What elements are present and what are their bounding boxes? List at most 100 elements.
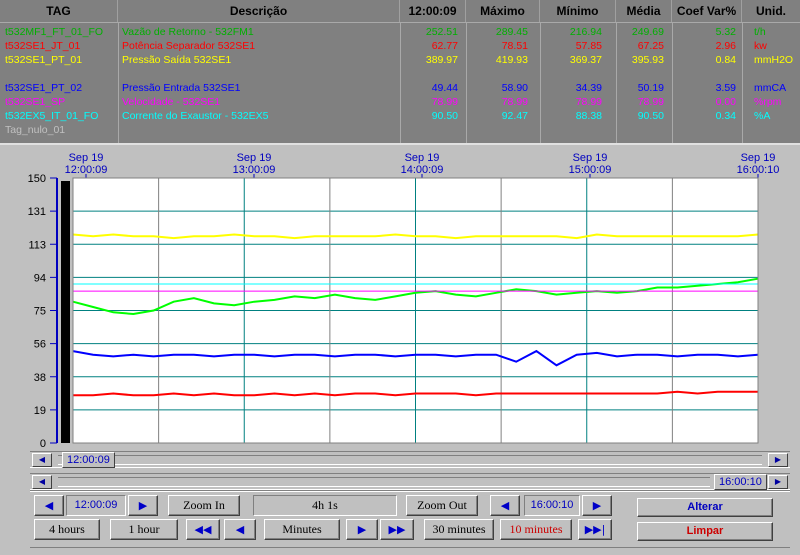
alterar-button[interactable]: Alterar [637,498,773,517]
cell-min: 78.99 [575,96,602,108]
cell-avg: 90.50 [637,110,664,122]
cell-value: 90.50 [431,110,458,122]
start-forward-button[interactable]: ▶ [128,495,158,516]
limpar-button[interactable]: Limpar [637,522,773,541]
start-scroll-track[interactable] [58,455,762,465]
10-minutes-button[interactable]: 10 minutes [500,519,572,540]
end-time-thumb[interactable]: 16:00:10 [714,474,767,490]
step-forward-button[interactable]: ▶ [346,519,378,540]
header-descricao: Descrição [118,0,400,22]
cell-max: 289.45 [495,26,528,38]
start-time-thumb[interactable]: 12:00:09 [62,452,115,468]
4-hours-button[interactable]: 4 hours [34,519,100,540]
cell-avg: 67.25 [637,40,664,52]
cell-desc: Pressão Entrada 532SE1 [122,82,241,94]
header-coef: Coef Var% [672,0,742,22]
cell-unit: mmCA [754,82,787,94]
cell-max: 58.90 [501,82,528,94]
cell-coef: 0.84 [715,54,736,66]
cell-max: 78.51 [501,40,528,52]
cell-desc: Potência Separador 532SE1 [122,40,256,52]
y-tick-label: 0 [40,438,46,450]
y-tick-label: 38 [34,372,46,384]
minutes-button[interactable]: Minutes [264,519,340,540]
cell-avg: 78.99 [637,96,664,108]
end-scroll-track[interactable] [58,477,710,487]
step-back-button[interactable]: ◀ [224,519,256,540]
cell-tag: t532SE1_PT_01 [5,54,83,66]
30-minutes-button[interactable]: 30 minutes [424,519,494,540]
y-tick-label: 19 [34,405,46,417]
table-row[interactable]: t532SE1_JT_01 Potência Separador 532SE1 62… [0,39,800,53]
scroll-left-icon[interactable]: ◀ [32,475,52,489]
triangle-left-icon: ◀ [235,523,245,536]
table-row[interactable] [0,67,800,81]
cell-value: 78.99 [431,96,458,108]
cell-unit: %A [754,110,771,122]
fast-back-button[interactable]: ◀◀ [186,519,220,540]
triangle-left-icon: ◀ [44,499,54,512]
cell-avg: 249.69 [631,26,664,38]
cell-desc: Velocidade - 532SE1 [122,96,221,108]
time-span-display: 4h 1s [253,495,397,516]
cell-tag: t532EX5_IT_01_FO [5,110,99,122]
scroll-right-icon[interactable]: ▶ [768,475,788,489]
control-panel: ◀ 12:00:09 ▶ Zoom In 4h 1s Zoom Out ◀ 16… [0,490,800,555]
header-tag: TAG [0,0,118,22]
cell-desc: Pressão Saída 532SE1 [122,54,232,66]
cell-value: 62.77 [431,40,458,52]
trend-chart[interactable]: 150 131 113 94 75 56 38 19 0 Sep 19 12:00:09 Sep 19… [0,143,800,450]
cell-unit: t/h [754,26,766,38]
cell-tag: t532MF1_FT_01_FO [5,26,104,38]
y-tick-label: 113 [28,239,46,251]
1-hour-button[interactable]: 1 hour [110,519,178,540]
cell-min: 57.85 [575,40,602,52]
triangle-right-icon: ▶ [357,523,367,536]
start-back-button[interactable]: ◀ [34,495,64,516]
end-time-scrollbar[interactable]: ◀ 16:00:10 ▶ [30,473,790,490]
header-minimo: Mínimo [540,0,616,22]
start-time-scrollbar[interactable]: ◀ 12:00:09 ▶ [30,451,790,468]
double-triangle-right-icon: ▶▶ [388,523,406,536]
triangle-right-icon: ▶ [138,499,148,512]
cell-tag: t532SE1_SP [5,96,66,108]
scroll-right-icon[interactable]: ▶ [768,453,788,467]
triangle-left-icon: ◀ [500,499,510,512]
cell-avg: 395.93 [631,54,664,66]
cell-avg: 50.19 [637,82,664,94]
zoom-out-button[interactable]: Zoom Out [406,495,478,516]
y-tick-label: 94 [34,272,46,284]
end-back-button[interactable]: ◀ [490,495,520,516]
cell-desc: Vazão de Retorno - 532FM1 [122,26,254,38]
table-row[interactable]: t532EX5_IT_01_FO Corrente do Exaustor - 5… [0,109,800,123]
header-unid: Unid. [756,4,786,18]
go-to-end-button[interactable]: ▶▶| [578,519,612,540]
y-tick-label: 75 [34,306,46,318]
cell-max: 419.93 [495,54,528,66]
header-maximo: Máximo [466,0,540,22]
double-triangle-left-icon: ◀◀ [194,523,212,536]
cell-max: 92.47 [501,110,528,122]
triangle-right-icon: ▶ [592,499,602,512]
header-media: Média [616,0,672,22]
skip-end-icon: ▶▶| [584,523,606,536]
x-tick-date: Sep 19 [69,152,104,164]
x-tick-date: Sep 19 [237,152,272,164]
y-tick-label: 150 [28,173,46,185]
cell-value: 49.44 [431,82,458,94]
table-row[interactable]: t532SE1_SP Velocidade - 532SE1 78.99 78.99 7… [0,95,800,109]
table-row[interactable]: t532SE1_PT_01 Pressão Saída 532SE1 389.97 4… [0,53,800,67]
cell-min: 216.94 [569,26,602,38]
table-row[interactable]: Tag_nulo_01 [0,123,800,137]
cell-desc: Corrente do Exaustor - 532EX5 [122,110,269,122]
start-time-display: 12:00:09 [66,495,126,516]
table-row[interactable]: t532SE1_PT_02 Pressão Entrada 532SE1 49.44… [0,81,800,95]
end-forward-button[interactable]: ▶ [582,495,612,516]
zoom-in-button[interactable]: Zoom In [168,495,240,516]
x-tick-date: Sep 19 [741,152,776,164]
scroll-left-icon[interactable]: ◀ [32,453,52,467]
fast-forward-button[interactable]: ▶▶ [380,519,414,540]
x-tick-date: Sep 19 [573,152,608,164]
table-row[interactable]: t532MF1_FT_01_FO Vazão de Retorno - 532FM… [0,25,800,39]
trend-chart-svg[interactable]: 15013111394755638190Sep 1912:00:09Sep 19… [0,145,800,450]
